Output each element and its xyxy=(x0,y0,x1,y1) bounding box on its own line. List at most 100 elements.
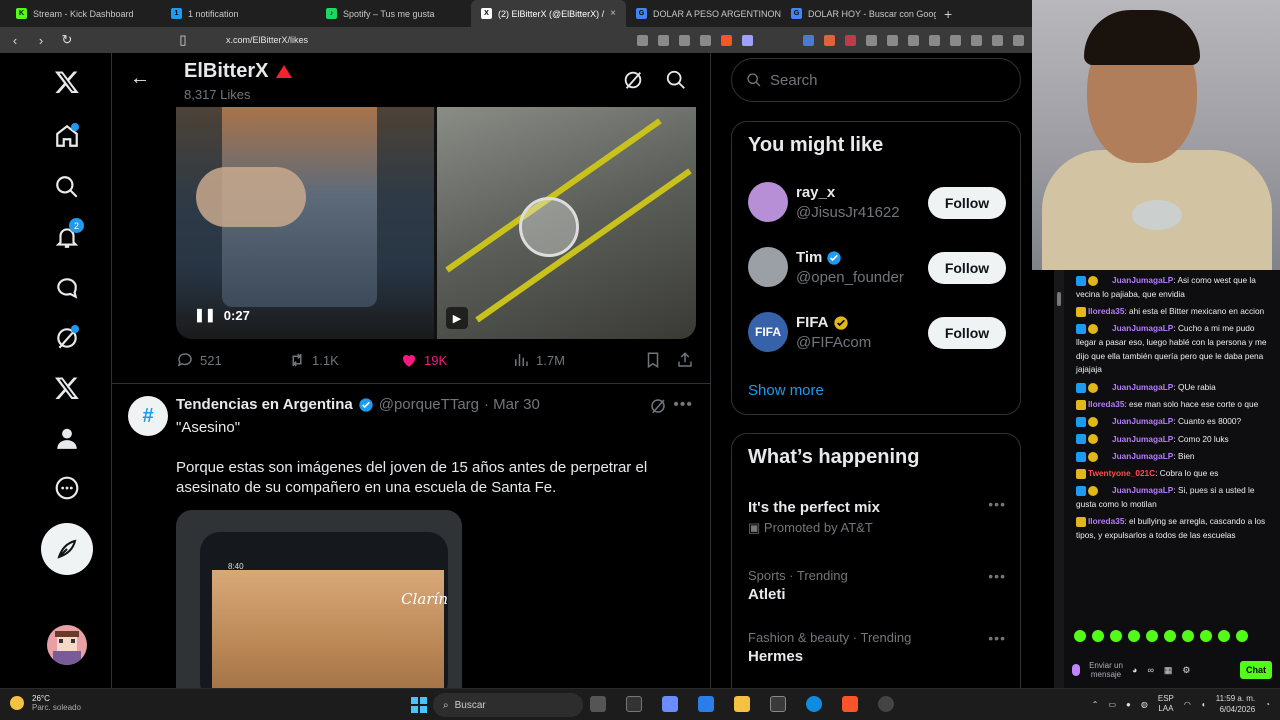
emote-icon[interactable] xyxy=(1218,630,1230,642)
grok-icon[interactable] xyxy=(50,321,84,355)
browser-tab[interactable]: X (2) ElBitterX (@ElBitterX) / × xyxy=(471,0,626,27)
tray-chevron-icon[interactable]: ⌃ xyxy=(1092,700,1099,709)
suggested-user[interactable]: FIFA FIFA @FIFAcom Follow xyxy=(748,312,1006,354)
tab-close-icon[interactable]: × xyxy=(610,8,616,19)
emote-icon[interactable] xyxy=(1092,630,1104,642)
video-thumbnail[interactable] xyxy=(437,107,696,339)
more-menu-icon[interactable] xyxy=(50,471,84,505)
brave-shield-icon[interactable] xyxy=(721,34,732,46)
terminal-icon[interactable] xyxy=(770,696,786,712)
tray-app-icon[interactable]: ▭ xyxy=(1108,700,1116,709)
extension-icon[interactable] xyxy=(845,34,856,46)
browser-tab[interactable]: G DOLAR A PESO ARGENTINONO - B xyxy=(626,0,781,27)
new-tab-button[interactable]: + xyxy=(936,6,960,22)
app-icon[interactable] xyxy=(878,696,894,712)
weather-widget[interactable]: 26°C Parc. soleado xyxy=(10,694,81,712)
share-icon[interactable] xyxy=(700,34,711,46)
taskbar-search[interactable]: ⌕ Buscar xyxy=(433,693,583,717)
bookmark-icon[interactable]: ▯ xyxy=(176,32,190,48)
follow-button[interactable]: Follow xyxy=(928,252,1006,284)
notifications-bell-icon[interactable]: 2 xyxy=(50,218,84,254)
pause-icon[interactable]: ❚❚ xyxy=(194,307,216,323)
chat-username[interactable]: lloreda35 xyxy=(1088,516,1124,526)
suggested-user[interactable]: ray_x @JisusJr41622 Follow xyxy=(748,182,1006,224)
tray-app-icon[interactable]: ◍ xyxy=(1141,700,1148,709)
edge-icon[interactable] xyxy=(806,696,822,712)
tray-mic-icon[interactable]: ● xyxy=(1126,700,1131,709)
chat-username[interactable]: JuanJumagaLP xyxy=(1112,275,1173,285)
brave-icon[interactable] xyxy=(842,696,858,712)
follow-button[interactable]: Follow xyxy=(928,317,1006,349)
extension-icon[interactable] xyxy=(803,34,814,46)
grok-explain-icon[interactable] xyxy=(649,397,667,415)
extension-icon[interactable] xyxy=(866,34,877,46)
reload-icon[interactable]: ↻ xyxy=(60,32,74,48)
author-name[interactable]: Tendencias en Argentina xyxy=(176,396,353,413)
chat-username[interactable]: JuanJumagaLP xyxy=(1112,416,1173,426)
leo-icon[interactable] xyxy=(992,34,1003,46)
browser-tab[interactable]: 1 1 notification xyxy=(161,0,316,27)
trend-more-icon[interactable]: ••• xyxy=(988,568,1006,584)
chat-username[interactable]: Twentyone_021C xyxy=(1088,468,1155,478)
home-icon[interactable] xyxy=(50,119,84,153)
emote-icon[interactable] xyxy=(1236,630,1248,642)
link-icon[interactable]: ∞ xyxy=(1147,665,1153,676)
emote-icon[interactable] xyxy=(1074,630,1086,642)
menu-icon[interactable] xyxy=(1013,34,1024,46)
repost-button[interactable]: 1.1K xyxy=(288,351,400,369)
settings-gear-icon[interactable]: ⚙ xyxy=(1182,665,1190,676)
emote-picker-icon[interactable]: ◕ xyxy=(1132,665,1137,676)
chat-scrollbar-thumb[interactable] xyxy=(1057,292,1061,306)
windows-start-icon[interactable] xyxy=(411,697,427,713)
back-arrow-icon[interactable]: ← xyxy=(130,67,150,90)
extension-icon[interactable] xyxy=(908,34,919,46)
post-date[interactable]: · Mar 30 xyxy=(484,396,540,413)
extension-icon[interactable] xyxy=(824,34,835,46)
compose-post-button[interactable] xyxy=(41,523,93,575)
notification-bell-icon[interactable]: ◔ xyxy=(1265,700,1270,709)
explore-search-icon[interactable] xyxy=(50,170,84,204)
wifi-icon[interactable]: ◠ xyxy=(1184,700,1191,709)
share-icon[interactable] xyxy=(676,351,694,369)
x-logo-icon[interactable] xyxy=(50,65,84,99)
browser-tab[interactable]: ♪ Spotify – Tus me gusta xyxy=(316,0,471,27)
chat-username[interactable]: JuanJumagaLP xyxy=(1112,323,1173,333)
trend-item[interactable]: Fashion & beauty · Trending Hermes ••• xyxy=(748,630,1006,665)
search-input[interactable]: Search xyxy=(731,58,1021,102)
browser-tab[interactable]: K Stream - Kick Dashboard xyxy=(6,0,161,27)
search-icon[interactable] xyxy=(665,69,687,91)
reply-button[interactable]: 521 xyxy=(176,351,288,369)
sidebar-icon[interactable] xyxy=(950,34,961,46)
extension-icon[interactable] xyxy=(887,34,898,46)
file-explorer-icon[interactable] xyxy=(734,696,750,712)
suggested-user-name[interactable]: Tim xyxy=(796,249,842,266)
chat-username[interactable]: JuanJumagaLP xyxy=(1112,382,1173,392)
emote-icon[interactable] xyxy=(1110,630,1122,642)
app-icon[interactable] xyxy=(662,696,678,712)
suggested-user-avatar[interactable]: FIFA xyxy=(748,312,788,352)
author-handle[interactable]: @porqueTTarg xyxy=(379,396,479,413)
suggested-user-avatar[interactable] xyxy=(748,247,788,287)
author-avatar[interactable]: # xyxy=(128,396,168,436)
browser-tab[interactable]: G DOLAR HOY - Buscar con Google xyxy=(781,0,936,27)
suggested-user-name[interactable]: ray_x xyxy=(796,184,835,201)
forward-nav-icon[interactable]: › xyxy=(34,33,48,48)
task-view-icon[interactable] xyxy=(590,696,606,712)
clock[interactable]: 11:59 a. m. 6/04/2026 xyxy=(1216,693,1255,715)
account-avatar[interactable] xyxy=(47,625,87,665)
emote-icon[interactable] xyxy=(1128,630,1140,642)
url-field[interactable]: x.com/ElBitterX/likes xyxy=(226,35,308,45)
chat-username[interactable]: lloreda35 xyxy=(1088,306,1124,316)
store-icon[interactable] xyxy=(698,696,714,712)
messages-icon[interactable] xyxy=(50,271,84,305)
suggested-user-avatar[interactable] xyxy=(748,182,788,222)
follow-button[interactable]: Follow xyxy=(928,187,1006,219)
language-indicator[interactable]: ESP LAA xyxy=(1158,694,1174,714)
like-button[interactable]: 19K xyxy=(400,351,512,369)
show-more-link[interactable]: Show more xyxy=(748,382,824,399)
play-icon[interactable]: ▶ xyxy=(446,307,468,329)
video-controls[interactable]: ❚❚ 0:27 xyxy=(194,307,250,323)
premium-x-icon[interactable] xyxy=(50,371,84,405)
chat-input[interactable]: Enviar un mensaje xyxy=(1086,661,1126,679)
wallet-icon[interactable] xyxy=(971,34,982,46)
